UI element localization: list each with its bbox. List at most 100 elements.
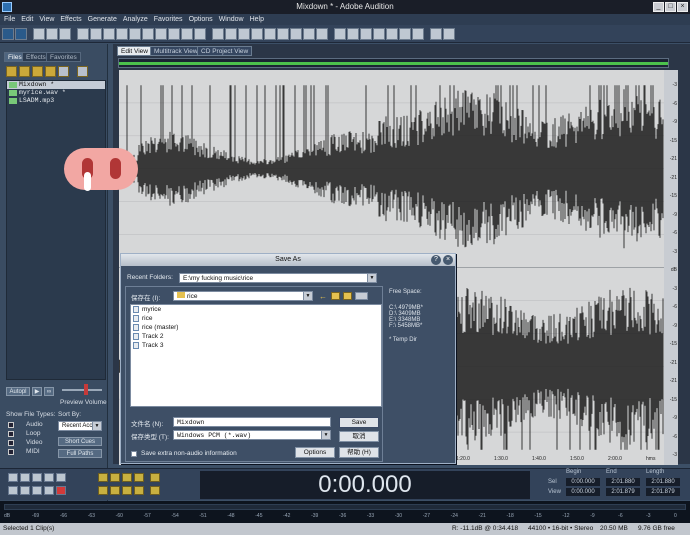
sort-by-select[interactable]: Recent Acc ▼ <box>58 421 102 431</box>
hybrid-tool-icon[interactable] <box>33 27 45 40</box>
open-file-icon[interactable] <box>90 27 102 40</box>
multitrack-view-icon[interactable] <box>15 27 27 40</box>
close-icon[interactable]: × <box>443 255 453 265</box>
preview-volume-slider[interactable] <box>62 384 102 395</box>
save-extra-checkbox[interactable] <box>131 451 137 457</box>
new-file-icon[interactable] <box>77 27 89 40</box>
help-button[interactable]: 帮助 (H) <box>339 447 379 458</box>
recent-folders-select[interactable]: E:\my fucking music\rice ▼ <box>179 273 377 283</box>
cd-icon[interactable] <box>303 27 315 40</box>
marker-icon[interactable] <box>251 27 263 40</box>
file-item[interactable]: myrice.wav * <box>7 89 105 97</box>
short-cues-button[interactable]: Short Cues <box>58 437 102 446</box>
sel-length-field[interactable]: 2:01.880 <box>646 478 680 486</box>
rewind-icon[interactable] <box>20 486 30 495</box>
view-begin-field[interactable]: 0:00.000 <box>566 488 600 496</box>
zoom-out-vertical-icon[interactable] <box>150 486 160 495</box>
list-item[interactable]: Track 2 <box>131 332 381 341</box>
view-menu-icon[interactable] <box>355 292 368 300</box>
cut-icon[interactable] <box>142 27 154 40</box>
waveform-overview[interactable] <box>118 58 669 68</box>
mixer-icon[interactable] <box>316 27 328 40</box>
save-button[interactable]: Save <box>339 417 379 428</box>
track-icon[interactable] <box>399 27 411 40</box>
list-item[interactable]: rice (master) <box>131 323 381 332</box>
sel-end-field[interactable]: 2:01.880 <box>606 478 640 486</box>
list-icon[interactable] <box>373 27 385 40</box>
zoom-in-left-icon[interactable] <box>122 486 132 495</box>
close-file-icon[interactable] <box>19 66 30 77</box>
menu-file[interactable]: File <box>4 14 15 25</box>
scrub-icon[interactable] <box>59 27 71 40</box>
app-icon[interactable] <box>2 2 12 12</box>
redo-icon[interactable] <box>129 27 141 40</box>
new-folder-icon[interactable] <box>343 292 352 300</box>
zoom-full-icon[interactable] <box>122 473 132 482</box>
pause-icon[interactable] <box>32 473 42 482</box>
import-file-icon[interactable] <box>6 66 17 77</box>
menu-help[interactable]: Help <box>250 14 264 25</box>
play-to-end-icon[interactable] <box>44 473 54 482</box>
envelope-icon[interactable] <box>212 27 224 40</box>
loop-play-icon[interactable] <box>56 473 66 482</box>
list-item[interactable]: Track 3 <box>131 341 381 350</box>
video-type-checkbox[interactable] <box>8 440 14 446</box>
sel-begin-field[interactable]: 0:00.000 <box>566 478 600 486</box>
zoom-right-icon[interactable] <box>110 486 120 495</box>
up-folder-icon[interactable] <box>331 292 340 300</box>
menu-generate[interactable]: Generate <box>88 14 117 25</box>
view-end-field[interactable]: 2:01.879 <box>606 488 640 496</box>
loop-play-icon[interactable] <box>77 66 88 77</box>
loop-preview-button[interactable]: ∞ <box>44 387 54 396</box>
file-type-select[interactable]: Windows PCM (*.wav) ▼ <box>173 430 331 440</box>
tab-multitrack-view[interactable]: Multitrack View <box>150 46 202 56</box>
time-selection-icon[interactable] <box>46 27 58 40</box>
midi-type-checkbox[interactable] <box>8 449 14 455</box>
paste-icon[interactable] <box>168 27 180 40</box>
file-item[interactable]: Mixdown * <box>7 81 105 89</box>
trim-icon[interactable] <box>194 27 206 40</box>
waveform-view-icon[interactable] <box>238 27 250 40</box>
minimize-button[interactable]: _ <box>653 2 664 12</box>
view-length-field[interactable]: 2:01.879 <box>646 488 680 496</box>
full-paths-button[interactable]: Full Paths <box>58 449 102 458</box>
zoom-in-horizontal-icon[interactable] <box>98 473 108 482</box>
zoom-selection-icon[interactable] <box>134 473 144 482</box>
bus-icon[interactable] <box>412 27 424 40</box>
menu-edit[interactable]: Edit <box>21 14 33 25</box>
save-in-select[interactable]: rice ▼ <box>173 291 313 301</box>
insert-file-icon[interactable] <box>45 66 56 77</box>
fast-forward-icon[interactable] <box>32 486 42 495</box>
loop-type-checkbox[interactable] <box>8 431 14 437</box>
timeline-ruler[interactable]: 1:20.0 1:30.0 1:40.0 1:50.0 2:00.0 hms <box>456 456 666 464</box>
settings-icon[interactable] <box>430 27 442 40</box>
help-icon[interactable]: ? <box>431 255 441 265</box>
undo-icon[interactable] <box>116 27 128 40</box>
play-file-icon[interactable] <box>58 66 69 77</box>
options-button[interactable]: Options <box>295 447 335 458</box>
zoom-icon[interactable] <box>360 27 372 40</box>
edit-file-icon[interactable] <box>32 66 43 77</box>
back-icon[interactable]: ← <box>319 292 327 301</box>
menu-window[interactable]: Window <box>219 14 244 25</box>
play-preview-button[interactable]: ▶ <box>32 387 42 396</box>
list-item[interactable]: myrice <box>131 305 381 314</box>
zoom-left-icon[interactable] <box>98 486 108 495</box>
maximize-button[interactable]: □ <box>665 2 676 12</box>
help-icon[interactable] <box>443 27 455 40</box>
loop-icon[interactable] <box>290 27 302 40</box>
tab-edit-view[interactable]: Edit View <box>117 46 152 56</box>
go-to-end-icon[interactable] <box>44 486 54 495</box>
play-icon[interactable] <box>20 473 30 482</box>
close-button[interactable]: × <box>677 2 688 12</box>
mix-paste-icon[interactable] <box>181 27 193 40</box>
file-item[interactable]: LSADM.mp3 <box>7 97 105 105</box>
grid-icon[interactable] <box>334 27 346 40</box>
zoom-in-right-icon[interactable] <box>134 486 144 495</box>
spectral-view-icon[interactable] <box>225 27 237 40</box>
menu-effects[interactable]: Effects <box>60 14 81 25</box>
menu-analyze[interactable]: Analyze <box>123 14 148 25</box>
save-icon[interactable] <box>103 27 115 40</box>
lock-icon[interactable] <box>386 27 398 40</box>
snap-icon[interactable] <box>347 27 359 40</box>
